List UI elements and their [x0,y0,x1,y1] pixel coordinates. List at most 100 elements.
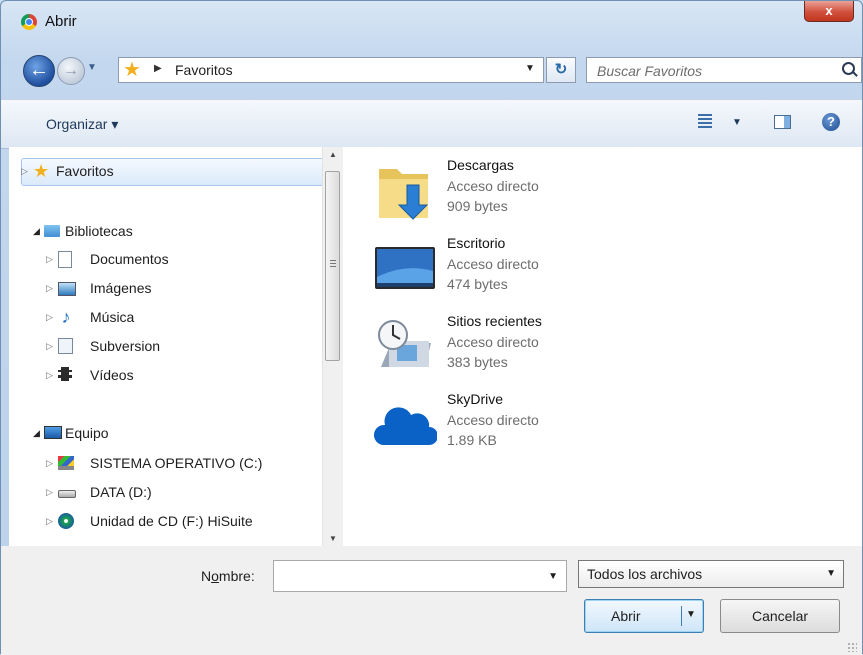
chrome-icon [21,14,37,30]
file-name: Escritorio [447,235,506,251]
preview-pane-icon[interactable] [774,115,791,129]
nav-item-documentos[interactable]: ▷ Documentos [9,247,329,271]
nav-label: DATA (D:) [90,484,152,500]
file-item[interactable]: Descargas Acceso directo 909 bytes [373,153,673,229]
change-view-icon[interactable] [698,114,712,130]
subversion-library-icon [58,338,73,354]
open-dialog: Abrir x ← → ▼ ★ ▶ Favoritos ▼ ↻ Buscar F… [0,0,863,655]
nav-item-equipo[interactable]: ◢ Equipo [9,421,329,445]
resize-grip-icon[interactable] [847,642,857,652]
back-button[interactable]: ← [23,55,55,87]
collapse-arrow-icon[interactable]: ◢ [33,219,40,243]
grip-icon [330,260,336,268]
refresh-button[interactable]: ↻ [546,57,576,83]
expand-arrow-icon[interactable]: ▷ [46,276,53,300]
nav-item-musica[interactable]: ▷ ♪ Música [9,305,329,329]
address-dropdown-icon[interactable]: ▼ [525,63,535,74]
collapse-arrow-icon[interactable]: ◢ [33,421,40,445]
file-item[interactable]: Sitios recientes Acceso directo 383 byte… [373,309,673,385]
documents-icon [58,251,72,268]
file-type: Acceso directo [447,412,539,428]
organize-button[interactable]: Organizar ▾ [46,116,118,133]
search-input[interactable]: Buscar Favoritos [597,63,702,79]
favorites-star-icon: ★ [123,59,141,81]
scroll-down-icon[interactable]: ▼ [329,534,337,543]
file-size: 383 bytes [447,354,508,370]
breadcrumb-arrow-icon[interactable]: ▶ [154,63,162,74]
nav-item-drive-f[interactable]: ▷ Unidad de CD (F:) HiSuite [9,509,329,533]
file-item[interactable]: Escritorio Acceso directo 474 bytes [373,231,673,307]
open-options-dropdown-icon[interactable]: ▼ [686,609,696,620]
file-item[interactable]: SkyDrive Acceso directo 1.89 KB [373,387,673,463]
nav-item-videos[interactable]: ▷ Vídeos [9,363,329,387]
expand-arrow-icon[interactable]: ▷ [46,363,53,387]
address-bar[interactable]: ★ ▶ Favoritos ▼ [118,57,544,83]
cancel-button[interactable]: Cancelar [720,599,840,633]
file-size: 909 bytes [447,198,508,214]
expand-arrow-icon[interactable]: ▷ [46,480,53,504]
nav-item-favoritos[interactable]: ▷ ★ Favoritos [9,159,329,183]
nav-item-bibliotecas[interactable]: ◢ Bibliotecas [9,219,329,243]
nav-label: Equipo [65,425,109,441]
expand-arrow-icon[interactable]: ▷ [46,509,53,533]
cd-drive-icon [58,513,74,529]
split-divider [681,606,682,626]
scroll-up-icon[interactable]: ▲ [329,150,337,159]
nav-item-subversion[interactable]: ▷ Subversion [9,334,329,358]
file-type-dropdown-icon[interactable]: ▼ [826,561,836,587]
file-name-input[interactable]: ▼ [273,560,567,592]
help-icon[interactable]: ? [822,113,840,131]
nav-label: Vídeos [90,367,134,383]
search-icon[interactable] [842,62,855,75]
forward-button[interactable]: → [57,57,85,85]
pictures-icon [58,282,76,296]
favorites-star-icon: ★ [33,161,50,181]
expand-arrow-icon[interactable]: ▷ [46,334,53,358]
file-type: Acceso directo [447,256,539,272]
recent-places-icon [378,320,431,367]
hard-drive-icon [58,490,76,498]
window-title: Abrir [45,13,77,30]
file-name: SkyDrive [447,391,504,407]
desktop-icon [375,247,435,289]
skydrive-cloud-icon [374,407,437,445]
expand-arrow-icon[interactable]: ▷ [46,305,53,329]
file-type: Acceso directo [447,178,539,194]
label-accesskey: o [211,568,219,584]
file-name-dropdown-icon[interactable]: ▼ [548,571,558,582]
nav-item-imagenes[interactable]: ▷ Imágenes [9,276,329,300]
search-box[interactable]: Buscar Favoritos [586,57,862,83]
file-name: Sitios recientes [447,313,542,329]
label-part: mbre: [218,568,255,584]
navigation-pane: ▷ ★ Favoritos ◢ Bibliotecas ▷ Documentos… [9,147,343,546]
expand-arrow-icon[interactable]: ▷ [46,451,53,475]
scrollbar-thumb[interactable] [325,171,340,361]
file-type-select[interactable]: Todos los archivos ▼ [578,560,844,588]
nav-scrollbar[interactable]: ▲ ▼ [322,147,343,546]
nav-label: SISTEMA OPERATIVO (C:) [90,455,263,471]
file-type: Acceso directo [447,334,539,350]
nav-item-drive-d[interactable]: ▷ DATA (D:) [9,480,329,504]
music-icon: ♪ [61,307,71,327]
nav-label: Música [90,309,135,325]
expand-arrow-icon[interactable]: ▷ [21,159,28,183]
recent-locations-dropdown[interactable]: ▼ [87,62,97,73]
command-bar: Organizar ▾ ▼ ? [1,99,862,149]
view-options-dropdown[interactable]: ▼ [732,117,742,128]
nav-item-drive-c[interactable]: ▷ SISTEMA OPERATIVO (C:) [9,451,329,475]
libraries-icon [44,225,60,237]
open-button-label: Abrir [611,608,641,624]
breadcrumb-location[interactable]: Favoritos [175,62,233,78]
nav-label: Unidad de CD (F:) HiSuite [90,513,253,529]
close-button[interactable]: x [804,1,854,22]
expand-arrow-icon[interactable]: ▷ [46,247,53,271]
open-button[interactable]: Abrir ▼ [584,599,704,633]
nav-label: Favoritos [56,163,114,179]
dialog-footer: Nombre: ▼ Todos los archivos ▼ Abrir ▼ C… [1,546,862,655]
file-size: 1.89 KB [447,432,497,448]
system-drive-icon [58,456,74,470]
title-bar[interactable]: Abrir x [1,1,862,41]
file-type-value: Todos los archivos [587,566,703,582]
nav-label: Subversion [90,338,161,354]
nav-label: Documentos [90,251,169,267]
